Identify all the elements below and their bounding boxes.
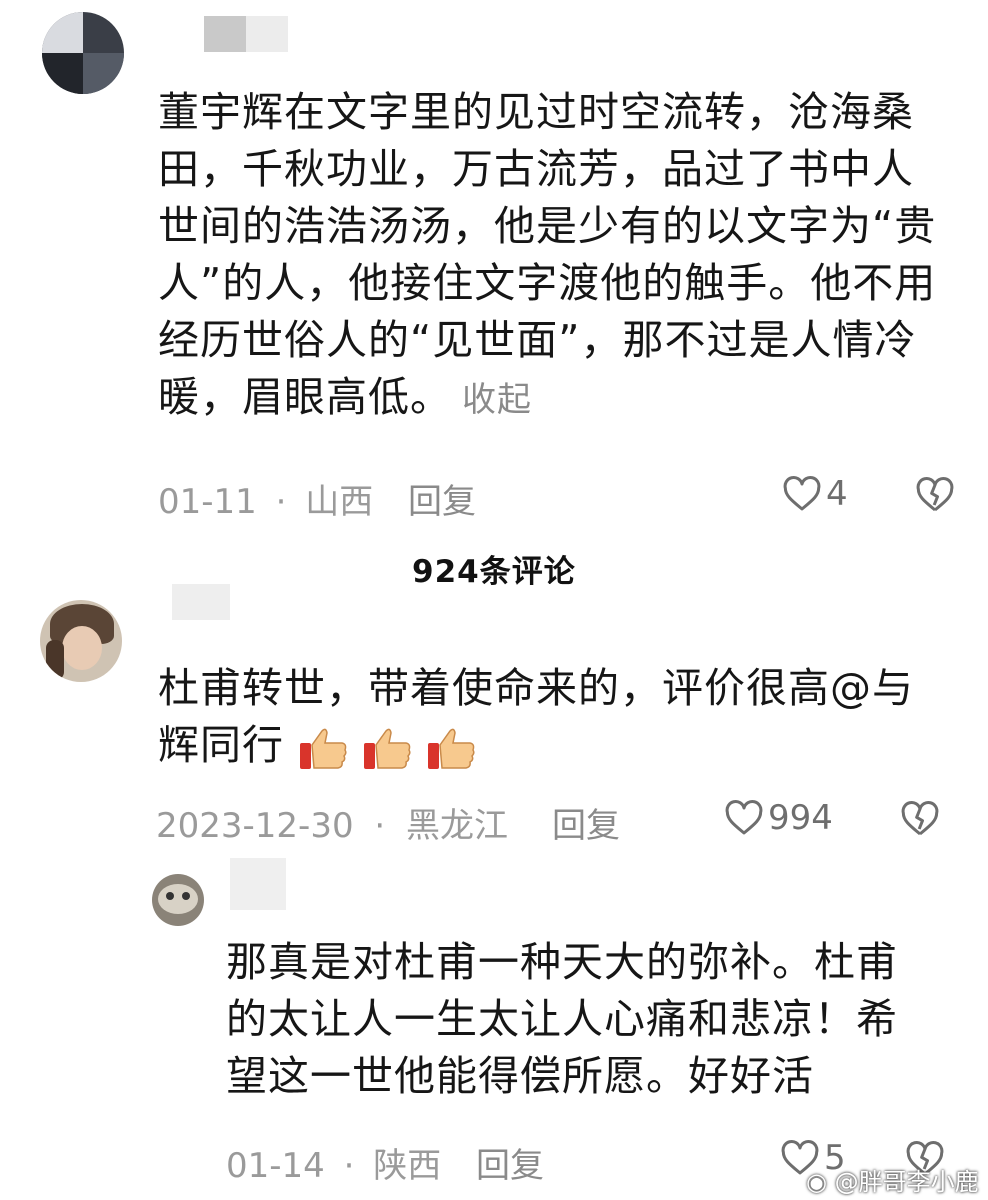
watermark: ◉ @胖哥李小鹿 — [806, 1168, 979, 1196]
broken-heart-icon[interactable] — [915, 476, 955, 514]
comment-meta: 2023-12-30 · 黑龙江 — [156, 806, 509, 846]
reply-button[interactable]: 回复 — [552, 798, 620, 847]
heart-outline-icon — [782, 475, 822, 513]
reply-button[interactable]: 回复 — [408, 474, 476, 523]
comment-text: 杜甫转世，带着使命来的，评价很高@与 辉同行 — [158, 664, 914, 771]
comment-meta: 01-11 · 山西 — [158, 482, 374, 522]
comment-date: 01-11 — [158, 482, 257, 522]
comment-location: 山西 — [305, 482, 374, 522]
avatar[interactable] — [152, 874, 204, 926]
username-censored — [204, 16, 246, 52]
thumbs-up-emoji — [298, 725, 348, 771]
avatar[interactable] — [42, 12, 124, 94]
comment-location: 黑龙江 — [406, 806, 509, 846]
like-button[interactable]: 994 — [724, 798, 833, 838]
like-count: 4 — [826, 474, 848, 514]
avatar[interactable] — [40, 600, 122, 682]
comment-meta: 01-14 · 陕西 — [226, 1146, 442, 1186]
collapse-link[interactable]: 收起 — [462, 380, 532, 420]
reply-button[interactable]: 回复 — [476, 1138, 544, 1187]
comment-text: 董宇辉在文字里的见过时空流转，沧海桑 田，千秋功业，万古流芳，品过了书中人 世间… — [158, 88, 937, 421]
like-button[interactable]: 4 — [782, 474, 848, 514]
broken-heart-icon[interactable] — [900, 800, 940, 838]
username-censored — [230, 858, 286, 910]
comment-text: 那真是对杜甫一种天大的弥补。杜甫 的太让人一生太让人心痛和悲凉！希 望这一世他能… — [226, 938, 898, 1100]
thumbs-up-emoji — [362, 725, 412, 771]
username-censored — [172, 584, 230, 620]
heart-outline-icon — [724, 799, 764, 837]
comment-date: 01-14 — [226, 1146, 325, 1186]
like-count: 994 — [768, 798, 833, 838]
thumbs-up-emoji — [426, 725, 476, 771]
username-censored — [246, 16, 288, 52]
thumbs-up-emoji-group — [298, 725, 476, 771]
comment-location: 陕西 — [373, 1146, 442, 1186]
weibo-logo-icon: ◉ — [806, 1168, 827, 1196]
comment-date: 2023-12-30 — [156, 806, 354, 846]
comment-count-title: 924条评论 — [412, 554, 576, 590]
